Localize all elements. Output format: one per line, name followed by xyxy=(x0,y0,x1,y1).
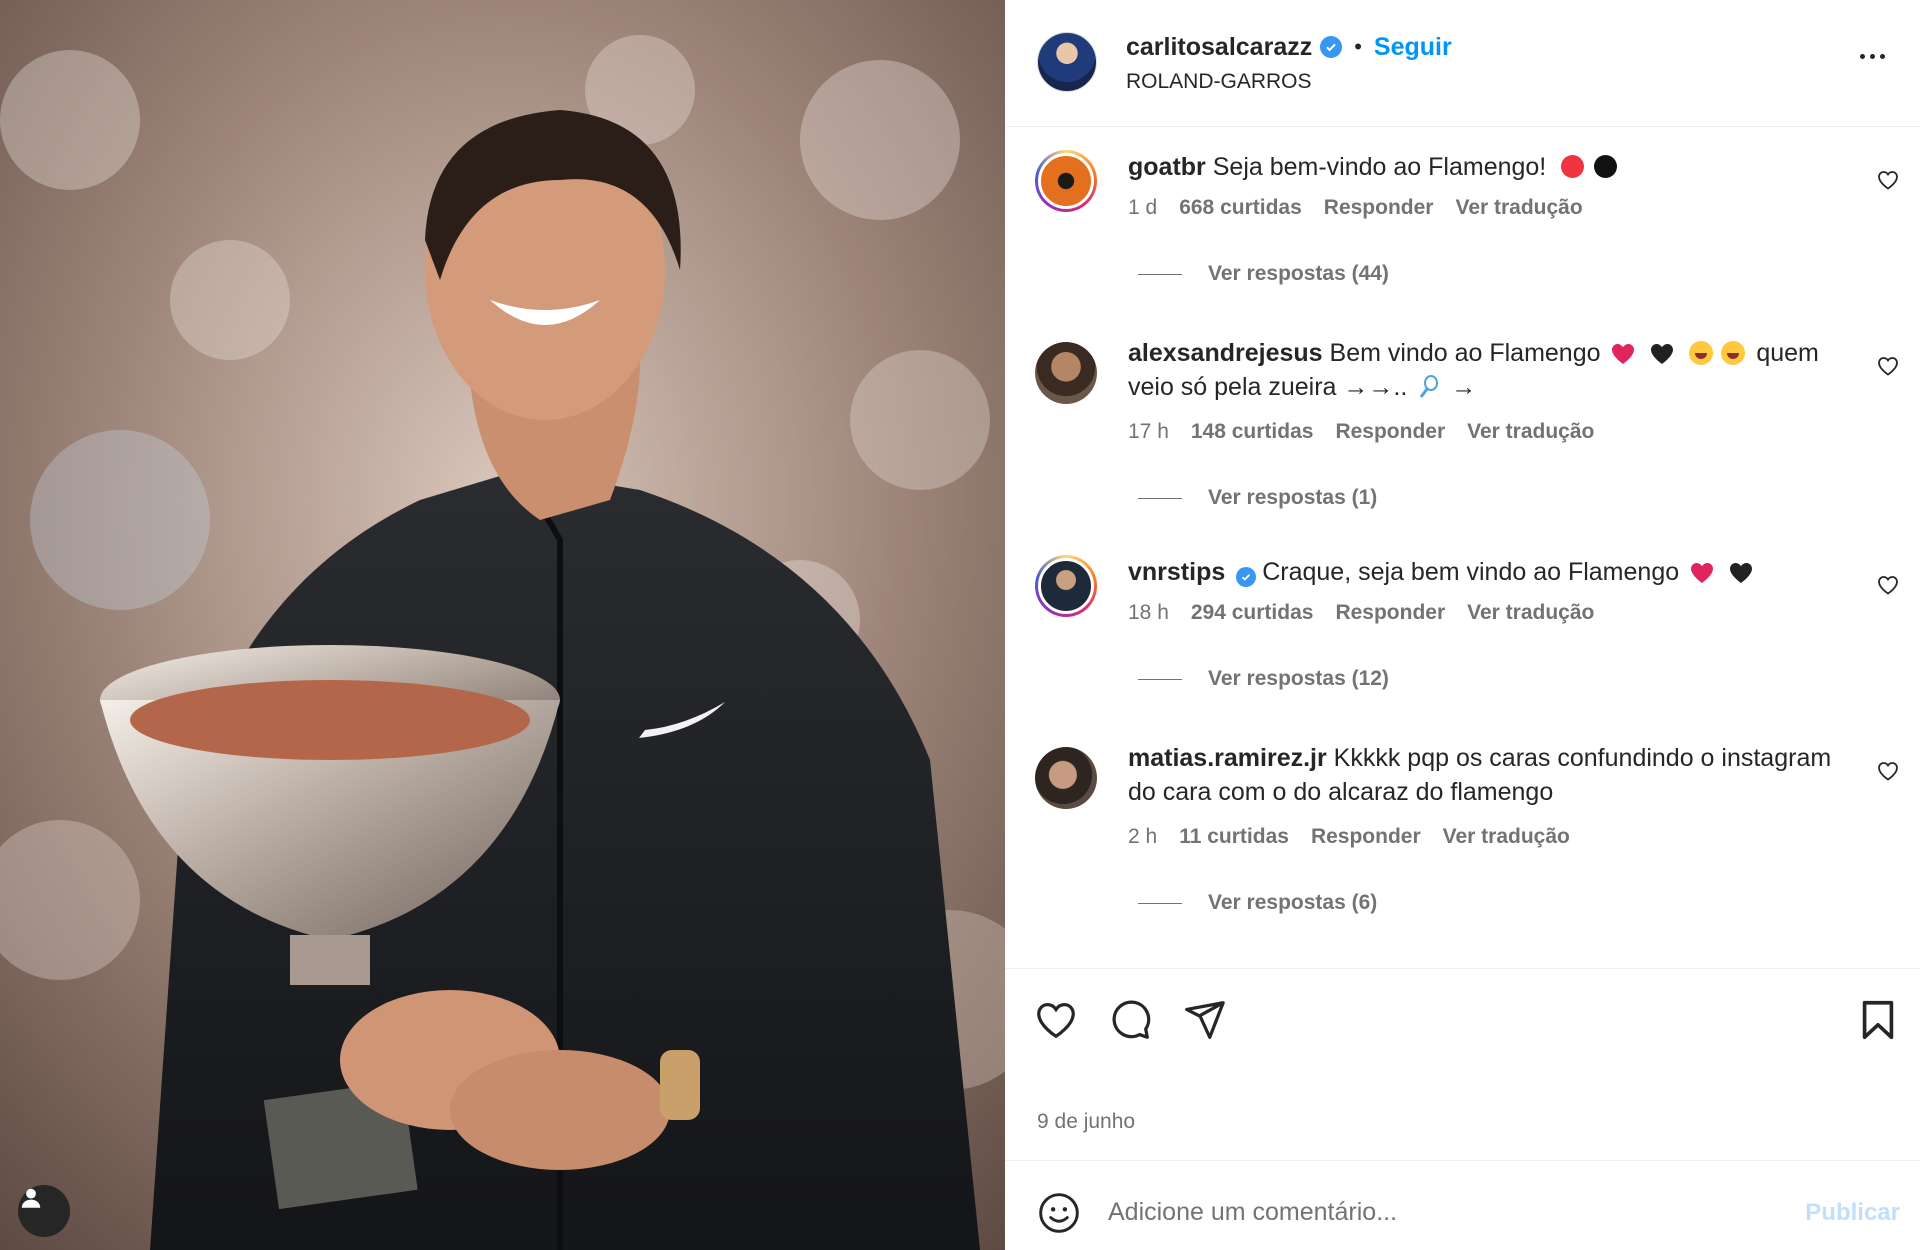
black-heart-emoji xyxy=(1651,344,1674,364)
reply-button[interactable]: Responder xyxy=(1324,196,1434,220)
view-replies-button[interactable]: Ver respostas (44) xyxy=(1138,262,1389,286)
comment-text: alexsandrejesus Bem vindo ao Flamengo qu… xyxy=(1128,336,1848,404)
verified-icon xyxy=(1236,567,1257,587)
comment-body: Seja bem-vindo ao Flamengo! xyxy=(1212,153,1547,181)
comment-body-end: → xyxy=(1451,373,1477,401)
tagged-user-icon[interactable] xyxy=(18,1185,70,1237)
replies-divider xyxy=(1138,497,1182,499)
comment-text: goatbr Seja bem-vindo ao Flamengo! xyxy=(1128,150,1848,184)
comment-text: matias.ramirez.jr Kkkkk pqp os caras con… xyxy=(1128,741,1848,809)
add-comment-bar: Publicar xyxy=(1005,1160,1920,1250)
reply-button[interactable]: Responder xyxy=(1311,825,1421,849)
comment-meta: 1 d 668 curtidas Responder Ver tradução xyxy=(1128,196,1583,220)
commenter-username[interactable]: vnrstips xyxy=(1128,558,1225,586)
reply-button[interactable]: Responder xyxy=(1335,601,1445,625)
view-replies-button[interactable]: Ver respostas (1) xyxy=(1138,486,1377,510)
commenter-avatar[interactable] xyxy=(1035,150,1097,212)
comment-input[interactable] xyxy=(1108,1187,1758,1237)
view-replies-button[interactable]: Ver respostas (12) xyxy=(1138,667,1389,691)
user-icon xyxy=(21,1188,41,1208)
comment-body: Bem vindo ao Flamengo xyxy=(1329,339,1601,367)
follow-button[interactable]: Seguir xyxy=(1374,33,1452,62)
heart-icon[interactable] xyxy=(1876,759,1900,783)
like-heart-icon[interactable] xyxy=(1033,997,1079,1043)
laughing-emoji xyxy=(1721,341,1746,365)
comment-meta: 17 h 148 curtidas Responder Ver tradução xyxy=(1128,420,1594,444)
bookmark-icon[interactable] xyxy=(1855,997,1901,1043)
red-circle-emoji xyxy=(1561,155,1585,178)
heart-icon[interactable] xyxy=(1876,354,1900,378)
post-location[interactable]: ROLAND-GARROS xyxy=(1126,70,1312,94)
comment-meta: 2 h 11 curtidas Responder Ver tradução xyxy=(1128,825,1570,849)
author-avatar[interactable] xyxy=(1037,32,1097,92)
commenter-avatar[interactable] xyxy=(1035,342,1097,404)
emoji-icon[interactable] xyxy=(1037,1191,1081,1235)
translate-button[interactable]: Ver tradução xyxy=(1455,196,1582,220)
comment-time[interactable]: 18 h xyxy=(1128,601,1169,625)
comment-likes[interactable]: 11 curtidas xyxy=(1179,825,1289,849)
heart-icon[interactable] xyxy=(1876,168,1900,192)
view-replies-label: Ver respostas (6) xyxy=(1208,891,1378,914)
post-date[interactable]: 9 de junho xyxy=(1037,1110,1135,1134)
post-photo-illustration xyxy=(0,0,1005,1250)
comment-meta: 18 h 294 curtidas Responder Ver tradução xyxy=(1128,601,1594,625)
author-username[interactable]: carlitosalcarazz xyxy=(1126,33,1312,62)
red-heart-emoji xyxy=(1612,344,1635,364)
commenter-avatar[interactable] xyxy=(1035,555,1097,617)
translate-button[interactable]: Ver tradução xyxy=(1443,825,1570,849)
author-line: carlitosalcarazz • Seguir xyxy=(1126,30,1452,64)
comment-icon[interactable] xyxy=(1107,997,1153,1043)
view-replies-label: Ver respostas (12) xyxy=(1208,667,1389,690)
commenter-username[interactable]: alexsandrejesus xyxy=(1128,339,1323,367)
comment-body-line2: veio só pela zueira →→.. xyxy=(1128,373,1408,401)
post-header: carlitosalcarazz • Seguir ROLAND-GARROS xyxy=(1005,0,1920,127)
commenter-username[interactable]: goatbr xyxy=(1128,153,1206,181)
comment-likes[interactable]: 148 curtidas xyxy=(1191,420,1314,444)
commenter-avatar[interactable] xyxy=(1035,747,1097,809)
verified-icon xyxy=(1320,36,1343,58)
share-icon[interactable] xyxy=(1181,997,1227,1043)
post-sidebar: carlitosalcarazz • Seguir ROLAND-GARROS … xyxy=(1005,0,1920,1250)
comment-likes[interactable]: 294 curtidas xyxy=(1191,601,1314,625)
comments-list[interactable]: goatbr Seja bem-vindo ao Flamengo! 1 d 6… xyxy=(1005,128,1920,968)
separator-dot: • xyxy=(1354,34,1362,59)
reply-button[interactable]: Responder xyxy=(1335,420,1445,444)
red-heart-emoji xyxy=(1691,563,1714,583)
post-image[interactable] xyxy=(0,0,1005,1250)
view-replies-label: Ver respostas (44) xyxy=(1208,262,1389,285)
replies-divider xyxy=(1138,273,1182,275)
replies-divider xyxy=(1138,678,1182,680)
post-actions xyxy=(1005,968,1920,1068)
comment-time[interactable]: 2 h xyxy=(1128,825,1157,849)
view-replies-button[interactable]: Ver respostas (6) xyxy=(1138,891,1377,915)
comment-time[interactable]: 1 d xyxy=(1128,196,1157,220)
translate-button[interactable]: Ver tradução xyxy=(1467,601,1594,625)
view-replies-label: Ver respostas (1) xyxy=(1208,486,1378,509)
heart-icon[interactable] xyxy=(1876,573,1900,597)
comment-body: Craque, seja bem vindo ao Flamengo xyxy=(1262,558,1680,586)
tennis-racket-emoji xyxy=(1420,375,1439,398)
laughing-emoji xyxy=(1689,341,1714,365)
comment-body-cont: quem xyxy=(1756,339,1819,367)
publish-button[interactable]: Publicar xyxy=(1805,1199,1900,1227)
comment-likes[interactable]: 668 curtidas xyxy=(1179,196,1302,220)
comment-time[interactable]: 17 h xyxy=(1128,420,1169,444)
replies-divider xyxy=(1138,902,1182,904)
black-circle-emoji xyxy=(1594,155,1618,178)
translate-button[interactable]: Ver tradução xyxy=(1467,420,1594,444)
more-options-icon[interactable] xyxy=(1852,46,1892,66)
commenter-username[interactable]: matias.ramirez.jr xyxy=(1128,744,1327,772)
black-heart-emoji xyxy=(1730,563,1753,583)
comment-text: vnrstips Craque, seja bem vindo ao Flame… xyxy=(1128,555,1848,589)
